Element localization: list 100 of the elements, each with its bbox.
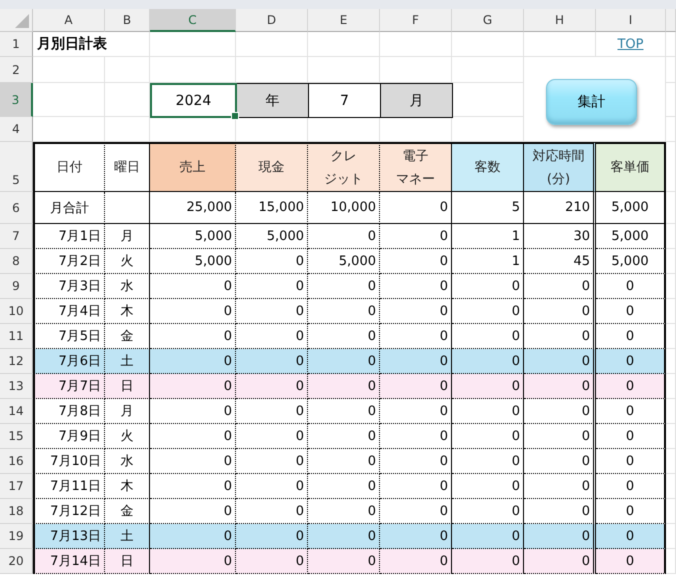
row-header[interactable]: 13 [0, 374, 33, 399]
table-cell: 0 [596, 549, 666, 574]
table-cell: 7月12日 [33, 499, 105, 524]
table-cell: 0 [236, 449, 308, 474]
row-header[interactable]: 15 [0, 424, 33, 449]
table-cell: 0 [452, 499, 524, 524]
column-heading: 曜日 [105, 142, 150, 192]
table-cell: 0 [150, 274, 236, 299]
table-cell: 30 [524, 224, 596, 249]
table-cell: 0 [150, 299, 236, 324]
row-header[interactable]: 20 [0, 549, 33, 574]
table-cell: 0 [308, 474, 380, 499]
column-heading: 客数 [452, 142, 524, 192]
table-cell: 0 [308, 374, 380, 399]
column-heading: クレ ジット [308, 142, 380, 192]
table-cell: 0 [380, 524, 452, 549]
row-header[interactable]: 19 [0, 524, 33, 549]
table-cell: 0 [452, 324, 524, 349]
row-header[interactable]: 11 [0, 324, 33, 349]
table-cell: 水 [105, 449, 150, 474]
table-cell: 0 [236, 249, 308, 274]
column-heading: 電子 マネー [380, 142, 452, 192]
row-header[interactable]: 12 [0, 349, 33, 374]
column-header[interactable]: D [236, 9, 308, 32]
table-cell: 0 [308, 224, 380, 249]
table-cell: 1 [452, 249, 524, 274]
table-cell: 0 [380, 349, 452, 374]
table-cell: 0 [596, 324, 666, 349]
row-header[interactable]: 7 [0, 224, 33, 249]
table-cell: 7月5日 [33, 324, 105, 349]
table-cell: 0 [452, 524, 524, 549]
column-header[interactable]: I [596, 9, 666, 32]
row-header[interactable]: 2 [0, 57, 33, 83]
table-cell: 0 [150, 399, 236, 424]
table-cell: 0 [308, 299, 380, 324]
table-cell: 0 [150, 374, 236, 399]
table-cell: 0 [524, 274, 596, 299]
tally-button[interactable]: 集計 [546, 79, 637, 125]
table-cell: 0 [452, 549, 524, 574]
row-header[interactable]: 10 [0, 299, 33, 324]
row-header[interactable]: 9 [0, 274, 33, 299]
table-cell: 7月9日 [33, 424, 105, 449]
column-header[interactable] [666, 9, 676, 32]
table-cell: 日 [105, 549, 150, 574]
column-header[interactable]: A [33, 9, 105, 32]
table-cell: 0 [596, 349, 666, 374]
row-header[interactable]: 8 [0, 249, 33, 274]
table-cell: 0 [452, 449, 524, 474]
table-cell: 5,000 [150, 224, 236, 249]
table-cell: 0 [524, 549, 596, 574]
table-cell: 0 [524, 424, 596, 449]
table-cell: 0 [524, 524, 596, 549]
column-header[interactable]: H [524, 9, 596, 32]
row-header[interactable]: 3 [0, 83, 33, 117]
row-header[interactable]: 1 [0, 32, 33, 57]
column-heading: 客単価 [596, 142, 666, 192]
row-header[interactable]: 4 [0, 117, 33, 142]
table-cell: 0 [452, 274, 524, 299]
month-cell[interactable]: 7 [308, 83, 381, 118]
column-header[interactable]: E [308, 9, 380, 32]
column-header[interactable]: C [150, 9, 236, 32]
table-cell: 5,000 [596, 249, 666, 274]
table-cell: 0 [596, 299, 666, 324]
row-header[interactable]: 17 [0, 474, 33, 499]
table-cell: 0 [380, 374, 452, 399]
row-header[interactable]: 14 [0, 399, 33, 424]
table-cell: 0 [380, 549, 452, 574]
row-header[interactable]: 6 [0, 192, 33, 224]
table-cell: 0 [596, 449, 666, 474]
table-cell: 0 [150, 474, 236, 499]
column-header[interactable]: G [452, 9, 524, 32]
table-cell: 0 [524, 499, 596, 524]
year-cell[interactable]: 2024 [150, 83, 237, 118]
table-cell: 木 [105, 474, 150, 499]
table-cell: 水 [105, 274, 150, 299]
column-heading: 日付 [33, 142, 105, 192]
table-cell: 5,000 [236, 224, 308, 249]
table-cell: 土 [105, 524, 150, 549]
row-header[interactable]: 18 [0, 499, 33, 524]
table-cell: 火 [105, 424, 150, 449]
table-cell: 月 [105, 224, 150, 249]
table-cell: 0 [380, 324, 452, 349]
top-link[interactable]: TOP [617, 36, 644, 52]
table-cell: 0 [596, 374, 666, 399]
table-cell: 0 [596, 399, 666, 424]
table-cell: 0 [380, 474, 452, 499]
table-cell: 7月4日 [33, 299, 105, 324]
table-cell: 0 [380, 424, 452, 449]
table-cell: 0 [150, 524, 236, 549]
table-cell: 0 [150, 424, 236, 449]
table-cell: 0 [308, 549, 380, 574]
table-cell: 金 [105, 499, 150, 524]
row-header[interactable]: 5 [0, 142, 33, 192]
table-cell: 0 [452, 424, 524, 449]
row-header[interactable]: 16 [0, 449, 33, 474]
column-header[interactable]: F [380, 9, 452, 32]
table-cell: 0 [308, 324, 380, 349]
column-header[interactable]: B [105, 9, 150, 32]
table-cell: 0 [524, 324, 596, 349]
table-cell: 7月14日 [33, 549, 105, 574]
